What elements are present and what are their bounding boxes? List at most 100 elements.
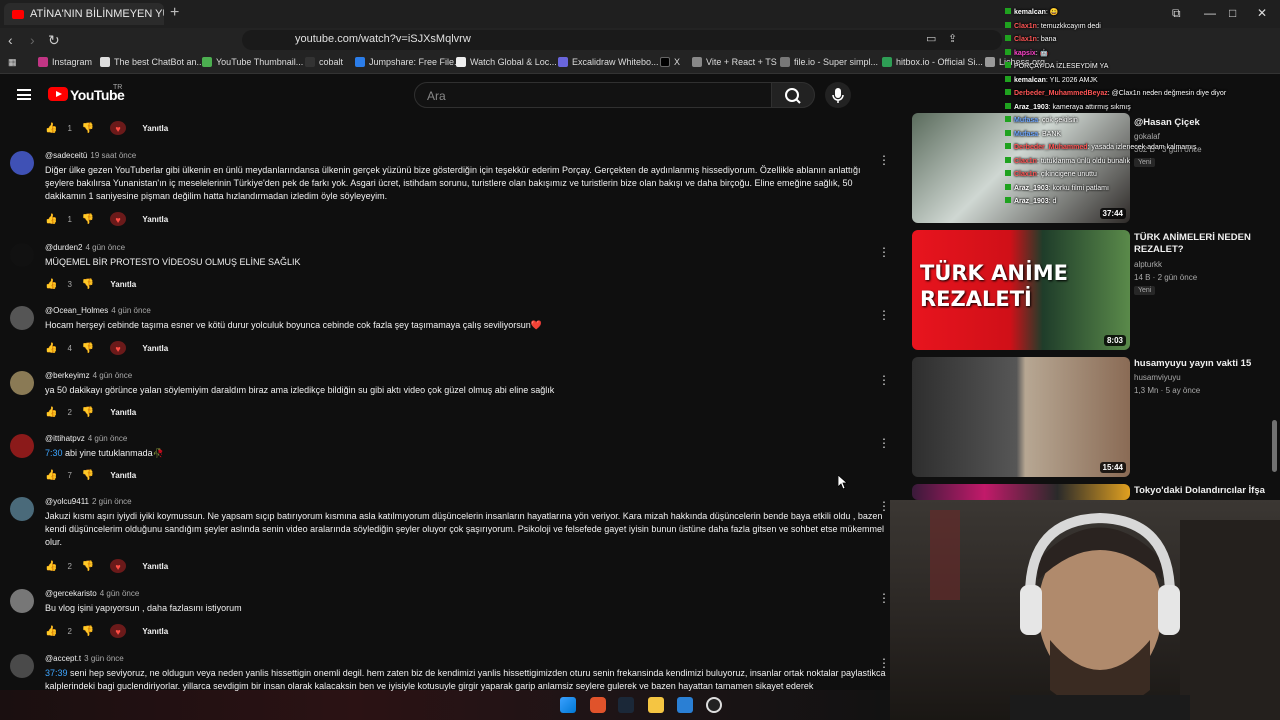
comment-more-icon[interactable]: ⋮ xyxy=(878,245,890,259)
avatar[interactable] xyxy=(10,151,34,175)
bookmark-chatbot[interactable]: The best ChatBot an... xyxy=(100,57,204,67)
bookmark-x[interactable]: X xyxy=(660,57,680,67)
bookmark-watch-global[interactable]: Watch Global & Loc... xyxy=(456,57,557,67)
share-icon[interactable]: ⇪ xyxy=(948,32,957,45)
like-icon[interactable]: 👍 xyxy=(45,470,57,481)
video-thumbnail-4[interactable] xyxy=(912,484,1130,500)
avatar[interactable] xyxy=(10,306,34,330)
comment-timestamp-link[interactable]: 7:30 xyxy=(45,448,63,458)
like-icon[interactable]: 👍 xyxy=(45,343,57,354)
reply-button[interactable]: Yanıtla xyxy=(142,215,168,224)
bookmark-excalidraw[interactable]: Excalidraw Whitebo... xyxy=(558,57,659,67)
comment-more-icon[interactable]: ⋮ xyxy=(878,373,890,387)
voice-search-button[interactable] xyxy=(825,82,851,108)
reply-button[interactable]: Yanıtla xyxy=(110,408,136,417)
bookmark-jumpshare[interactable]: Jumpshare: Free File... xyxy=(355,57,462,67)
bookmark-instagram[interactable]: Instagram xyxy=(38,57,92,67)
avatar[interactable] xyxy=(10,371,34,395)
comment-more-icon[interactable]: ⋮ xyxy=(878,153,890,167)
comment-author[interactable]: @ittihatpvz xyxy=(45,434,85,443)
video-title-2[interactable]: TÜRK ANİMELERİ NEDEN REZALET? xyxy=(1134,232,1274,256)
comment-time[interactable]: 4 gün önce xyxy=(88,434,128,443)
dislike-icon[interactable]: 👎 xyxy=(82,470,94,481)
comment-more-icon[interactable]: ⋮ xyxy=(878,656,890,670)
comment-time[interactable]: 4 gün önce xyxy=(111,306,151,315)
dislike-icon[interactable]: 👎 xyxy=(82,279,94,290)
bookmark-fileio[interactable]: file.io - Super simpl... xyxy=(780,57,878,67)
brave-browser-icon[interactable] xyxy=(590,697,606,713)
video-channel-3[interactable]: husamviyuyu xyxy=(1134,373,1181,382)
video-channel-2[interactable]: alpturkk xyxy=(1134,260,1162,269)
video-thumbnail-3[interactable]: 15:44 xyxy=(912,357,1130,477)
extension-icon[interactable]: ⧉ xyxy=(1172,6,1181,21)
comment-timestamp-link[interactable]: 37:39 xyxy=(45,668,68,678)
obs-icon[interactable] xyxy=(706,697,722,713)
like-icon[interactable]: 👍 xyxy=(45,279,57,290)
comment-author[interactable]: @accept.t xyxy=(45,654,81,663)
video-channel-1[interactable]: gokalaf xyxy=(1134,132,1160,141)
close-window-icon[interactable]: ✕ xyxy=(1257,6,1267,20)
like-icon[interactable]: 👍 xyxy=(45,626,57,637)
cast-icon[interactable]: ▭ xyxy=(926,32,936,45)
back-icon[interactable]: ‹ xyxy=(8,32,13,48)
dislike-icon[interactable]: 👎 xyxy=(82,214,94,225)
reply-button[interactable]: Yanıtla xyxy=(110,280,136,289)
avatar[interactable] xyxy=(10,243,34,267)
dislike-icon[interactable]: 👎 xyxy=(82,626,94,637)
maximize-icon[interactable]: □ xyxy=(1229,6,1236,20)
apps-icon[interactable]: ▦ xyxy=(8,57,17,68)
file-explorer-icon[interactable] xyxy=(648,697,664,713)
new-tab-icon[interactable]: + xyxy=(170,4,179,22)
reload-icon[interactable]: ↻ xyxy=(48,32,60,49)
dislike-icon[interactable]: 👎 xyxy=(82,343,94,354)
dislike-icon[interactable]: 👎 xyxy=(82,407,94,418)
url-text[interactable]: youtube.com/watch?v=iSJXsMqlvrw xyxy=(295,33,471,45)
video-title-3[interactable]: husamyuyu yayın vakti 15 xyxy=(1134,358,1274,370)
avatar[interactable] xyxy=(10,434,34,458)
comment-time[interactable]: 4 gün önce xyxy=(100,589,140,598)
comment-more-icon[interactable]: ⋮ xyxy=(878,499,890,513)
video-title-1[interactable]: @Hasan Çiçek xyxy=(1134,117,1274,129)
bookmark-vite[interactable]: Vite + React + TS xyxy=(692,57,777,67)
like-icon[interactable]: 👍 xyxy=(45,407,57,418)
video-thumbnail-2[interactable]: TÜRK ANİME REZALETİ 8:03 xyxy=(912,230,1130,350)
reply-button[interactable]: Yanıtla xyxy=(142,344,168,353)
menu-icon[interactable] xyxy=(17,89,31,100)
bookmark-cobalt[interactable]: cobalt xyxy=(305,57,343,67)
youtube-logo-icon[interactable] xyxy=(48,87,68,101)
comment-time[interactable]: 4 gün önce xyxy=(85,243,125,252)
reply-button[interactable]: Yanıtla xyxy=(142,627,168,636)
comment-time[interactable]: 3 gün önce xyxy=(84,654,124,663)
forward-icon[interactable]: › xyxy=(30,32,35,48)
like-icon[interactable]: 👍 xyxy=(45,561,57,572)
video-title-4[interactable]: Tokyo'daki Dolandırıcılar İfşa xyxy=(1134,485,1274,497)
comment-author[interactable]: @yolcu9411 xyxy=(45,497,89,506)
reply-button[interactable]: Yanıtla xyxy=(142,562,168,571)
comment-more-icon[interactable]: ⋮ xyxy=(878,308,890,322)
comment-author[interactable]: @berkeyimz xyxy=(45,371,90,380)
steam-icon[interactable] xyxy=(618,697,634,713)
avatar[interactable] xyxy=(10,589,34,613)
comment-time[interactable]: 4 gün önce xyxy=(93,371,133,380)
like-icon[interactable]: 👍 xyxy=(45,123,57,134)
dislike-icon[interactable]: 👎 xyxy=(82,123,94,134)
scrollbar-thumb[interactable] xyxy=(1272,420,1277,472)
comment-author[interactable]: @Ocean_Holmes xyxy=(45,306,108,315)
reply-button[interactable]: Yanıtla xyxy=(142,124,168,133)
windows-start-icon[interactable] xyxy=(560,697,576,713)
comment-time[interactable]: 19 saat önce xyxy=(90,151,136,160)
bookmark-hitbox[interactable]: hitbox.io - Official Si... xyxy=(882,57,983,67)
capture-app-icon[interactable] xyxy=(677,697,693,713)
avatar[interactable] xyxy=(10,654,34,678)
bookmark-youtube-thumbnail[interactable]: YouTube Thumbnail... xyxy=(202,57,303,67)
browser-tab-active[interactable]: ATİNA'NIN BİLİNMEYEN YÜZÜ (K ✕ xyxy=(4,3,164,25)
reply-button[interactable]: Yanıtla xyxy=(110,471,136,480)
like-icon[interactable]: 👍 xyxy=(45,214,57,225)
comment-author[interactable]: @sadeceitü xyxy=(45,151,87,160)
comment-more-icon[interactable]: ⋮ xyxy=(878,591,890,605)
minimize-icon[interactable]: — xyxy=(1204,6,1216,20)
comment-author[interactable]: @gercekaristo xyxy=(45,589,97,598)
search-input[interactable]: Ara xyxy=(414,82,772,108)
comment-more-icon[interactable]: ⋮ xyxy=(878,436,890,450)
search-button[interactable] xyxy=(771,82,815,108)
